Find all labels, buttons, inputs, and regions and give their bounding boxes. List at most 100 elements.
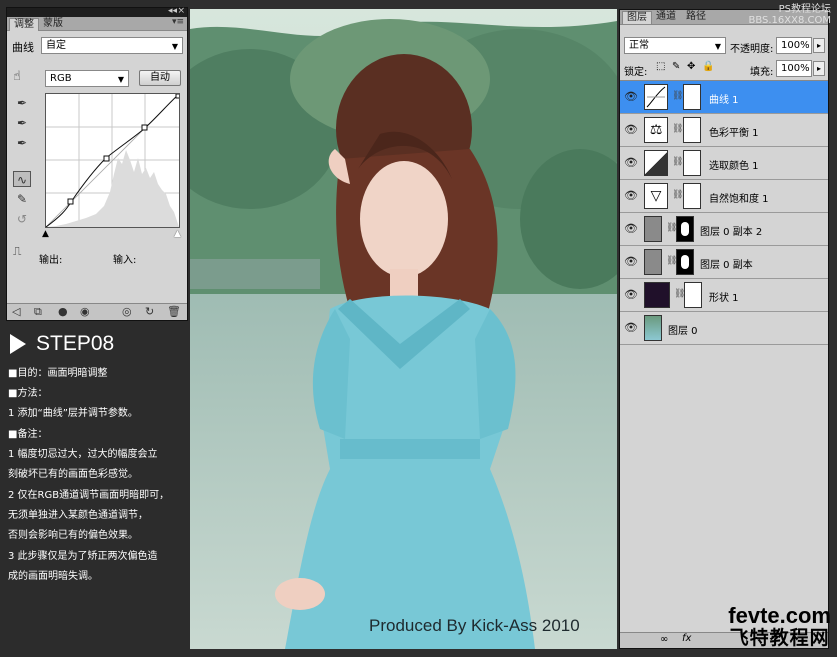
- fevte-domain: fevte.com: [728, 603, 831, 628]
- eye-icon[interactable]: 👁: [624, 321, 638, 334]
- forum-watermark: PS教程论坛 BBS.16XX8.COM: [748, 4, 831, 26]
- panel-menu-icon[interactable]: ▾≡: [172, 17, 184, 27]
- layer-row[interactable]: 👁 ⛓ 图层 0 副本: [620, 246, 828, 279]
- layer-style-icon[interactable]: fx: [682, 633, 691, 644]
- hand-adjust-icon[interactable]: ☝: [13, 69, 21, 84]
- expand-view-icon[interactable]: ⧉: [34, 305, 42, 319]
- adjustments-tabs: 调整 蒙版 ▾≡: [7, 17, 187, 31]
- trash-icon[interactable]: 🗑: [167, 305, 181, 318]
- tab-channels[interactable]: 通道: [652, 11, 680, 24]
- lock-all-icon[interactable]: 🔒: [702, 61, 714, 72]
- white-slider-icon[interactable]: ▲: [174, 229, 181, 239]
- chain-icon[interactable]: ⛓: [672, 157, 683, 167]
- tab-layers[interactable]: 图层: [622, 11, 652, 24]
- left-column: ◂◂ × 调整 蒙版 ▾≡ 曲线 自定 ▼ ☝ RGB ▼ 自动 ✒ ✒ ✒ ∿…: [0, 0, 190, 657]
- black-point-eyedropper-icon[interactable]: ✒: [13, 95, 31, 111]
- eye-icon[interactable]: 👁: [624, 156, 638, 169]
- watermark-line2: BBS.16XX8.COM: [748, 15, 831, 26]
- instruction-line: ■备注：: [8, 429, 48, 440]
- eye-icon[interactable]: 👁: [624, 288, 638, 301]
- layer-name[interactable]: 曲线 1: [709, 91, 739, 106]
- layers-panel: 图层 通道 路径 正常 ▼ 不透明度: 100% ▸ 锁定: ⬚ ✎ ✥ 🔒 填…: [619, 9, 829, 649]
- eye-icon[interactable]: 👁: [624, 222, 638, 235]
- blend-mode-select[interactable]: 正常 ▼: [624, 37, 726, 54]
- channel-select[interactable]: RGB ▼: [45, 70, 129, 87]
- auto-button[interactable]: 自动: [139, 70, 181, 86]
- black-slider-icon[interactable]: ▲: [42, 229, 49, 239]
- pencil-icon[interactable]: ✎: [13, 191, 31, 207]
- curve-point-tool-icon[interactable]: ∿: [13, 171, 31, 187]
- histogram-toggle-icon[interactable]: ⎍: [13, 244, 21, 259]
- layer-row[interactable]: 👁 ⚖ ⛓ 色彩平衡 1: [620, 114, 828, 147]
- chain-icon[interactable]: ⛓: [672, 124, 683, 134]
- preset-value: 自定: [46, 40, 66, 51]
- step-arrow-icon: [10, 334, 26, 354]
- tab-adjustments[interactable]: 调整: [9, 18, 39, 31]
- input-label: 输入:: [113, 255, 137, 266]
- watermark-line1: PS教程论坛: [778, 4, 831, 15]
- back-arrow-icon[interactable]: ◁: [12, 305, 20, 318]
- view-previous-icon[interactable]: ◎: [122, 305, 132, 318]
- fill-input[interactable]: 100%: [776, 60, 812, 77]
- lock-transparency-icon[interactable]: ⬚: [656, 61, 665, 72]
- white-point-eyedropper-icon[interactable]: ✒: [13, 135, 31, 151]
- curves-svg: [45, 93, 181, 228]
- clip-to-layer-icon[interactable]: ●: [58, 305, 68, 318]
- layer-row[interactable]: 👁 ⛓ 选取颜色 1: [620, 147, 828, 180]
- lock-position-icon[interactable]: ✥: [687, 61, 695, 72]
- layer-name[interactable]: 选取颜色 1: [709, 157, 759, 172]
- eye-icon[interactable]: 👁: [624, 90, 638, 103]
- eye-icon[interactable]: 👁: [624, 123, 638, 136]
- layer-mask-thumb[interactable]: [676, 216, 694, 242]
- fevte-logo: fevte.com 飞特教程网: [728, 603, 831, 650]
- layer-mask-thumb[interactable]: [683, 84, 701, 110]
- opacity-arrow-icon[interactable]: ▸: [813, 38, 825, 53]
- photo-thumb: [644, 315, 662, 341]
- layer-row[interactable]: 👁 图层 0: [620, 312, 828, 345]
- chain-icon[interactable]: ⛓: [672, 190, 683, 200]
- chain-icon[interactable]: ⛓: [672, 91, 683, 101]
- layer-name[interactable]: 形状 1: [709, 289, 739, 304]
- lock-label: 锁定:: [624, 67, 648, 78]
- link-layers-icon[interactable]: ∞: [660, 634, 668, 645]
- layer-name[interactable]: 图层 0 副本 2: [700, 223, 762, 238]
- tab-paths[interactable]: 路径: [682, 11, 710, 24]
- eye-icon[interactable]: 👁: [624, 189, 638, 202]
- smooth-icon[interactable]: ↺: [13, 211, 31, 227]
- reset-icon[interactable]: ↻: [145, 305, 154, 318]
- layer-row[interactable]: 👁 ⛓ 图层 0 副本 2: [620, 213, 828, 246]
- close-icon[interactable]: ×: [177, 6, 185, 16]
- layer-row[interactable]: 👁 ⛓ 曲线 1: [620, 81, 828, 114]
- fevte-cn: 飞特教程网: [729, 627, 830, 649]
- layer-row[interactable]: 👁 ▽ ⛓ 自然饱和度 1: [620, 180, 828, 213]
- layer-name[interactable]: 色彩平衡 1: [709, 124, 759, 139]
- lock-pixels-icon[interactable]: ✎: [672, 61, 680, 72]
- opacity-input[interactable]: 100%: [776, 37, 812, 54]
- fill-arrow-icon[interactable]: ▸: [813, 61, 825, 76]
- instruction-line: 1 幅度切忌过大，过大的幅度会立: [8, 449, 158, 460]
- layer-mask-thumb[interactable]: [683, 150, 701, 176]
- vibrance-icon: ▽: [644, 183, 668, 209]
- layer-name[interactable]: 自然饱和度 1: [709, 190, 769, 205]
- layer-row[interactable]: 👁 ⛓ 形状 1: [620, 279, 828, 312]
- photo-canvas: Produced By Kick-Ass 2010: [190, 9, 617, 649]
- layer-name[interactable]: 图层 0: [668, 322, 698, 337]
- fill-label: 填充:: [750, 67, 774, 78]
- visibility-icon[interactable]: ◉: [80, 305, 90, 318]
- tab-masks[interactable]: 蒙版: [39, 18, 67, 31]
- instruction-line: 无须单独进入某颜色通道调节，: [8, 510, 148, 521]
- layer-mask-thumb[interactable]: [684, 282, 702, 308]
- collapse-icon[interactable]: ◂◂: [168, 6, 177, 16]
- gray-point-eyedropper-icon[interactable]: ✒: [13, 115, 31, 131]
- eye-icon[interactable]: 👁: [624, 255, 638, 268]
- preset-select[interactable]: 自定 ▼: [41, 37, 183, 54]
- blend-mode-value: 正常: [629, 40, 649, 51]
- instruction-line: 1 添加“曲线”层并调节参数。: [8, 408, 138, 419]
- photo-credit: Produced By Kick-Ass 2010: [369, 616, 580, 635]
- layer-name[interactable]: 图层 0 副本: [700, 256, 753, 271]
- layer-mask-thumb[interactable]: [676, 249, 694, 275]
- shape-thumb: [644, 282, 670, 308]
- layer-mask-thumb[interactable]: [683, 183, 701, 209]
- layer-mask-thumb[interactable]: [683, 117, 701, 143]
- curves-graph[interactable]: [45, 93, 181, 228]
